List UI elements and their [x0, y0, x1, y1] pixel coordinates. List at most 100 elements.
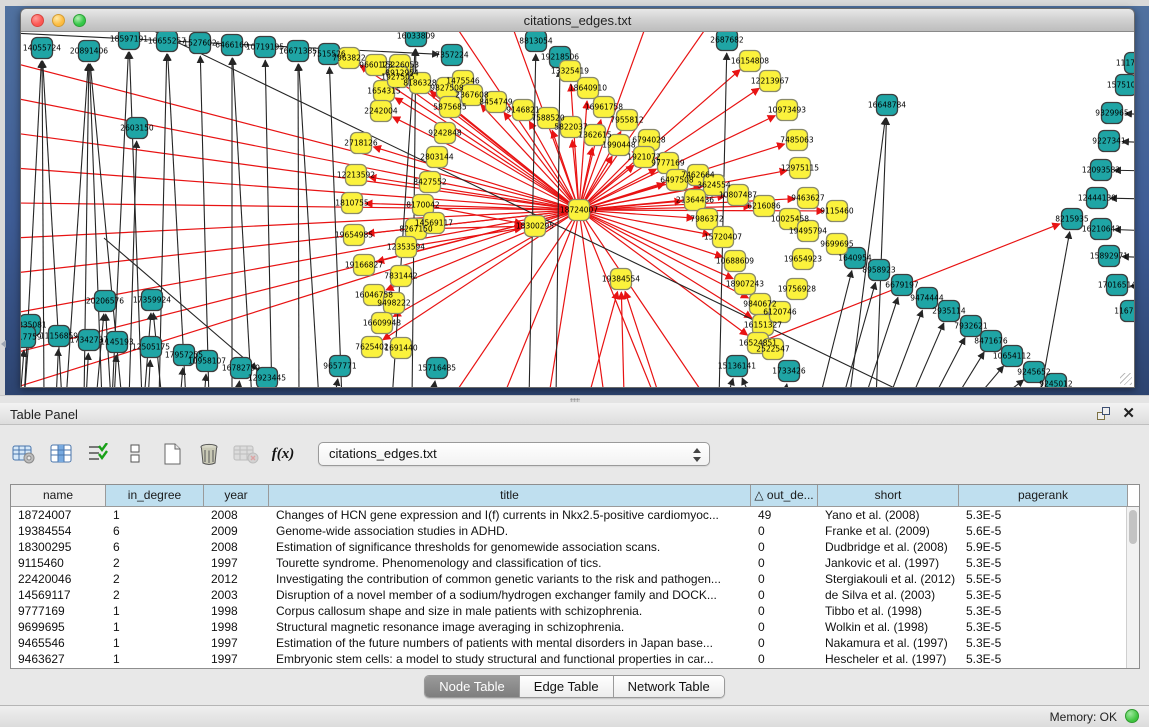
table-toolbar: f(x) citations_edges.txt	[10, 437, 710, 471]
table-cell: 2008	[204, 539, 269, 555]
scrollbar-thumb[interactable]	[1129, 510, 1137, 544]
table-cell: Embryonic stem cells: a model to study s…	[269, 651, 751, 667]
table-cell: Corpus callosum shape and size in male p…	[269, 603, 751, 619]
table-cell: 9777169	[11, 603, 106, 619]
node-table: namein_degreeyeartitle△ out_de...shortpa…	[10, 484, 1140, 669]
table-cell: 1	[106, 603, 204, 619]
graph-node-label: 7357224	[435, 51, 469, 60]
table-panel-titlebar: Table Panel ✕	[0, 403, 1149, 425]
horizontal-splitter[interactable]	[0, 395, 1149, 403]
delete-rows-icon[interactable]	[195, 440, 223, 468]
memory-ok-indicator-icon	[1125, 709, 1139, 723]
graph-node-label: 10654112	[993, 352, 1031, 361]
graph-node-label: 9245012	[1039, 380, 1073, 388]
graph-node-label: 9463627	[791, 194, 825, 203]
table-row[interactable]: 977716911998Corpus callosum shape and si…	[11, 603, 1126, 619]
graph-node-label: 9242848	[428, 129, 462, 138]
table-cell: 0	[751, 651, 818, 667]
function-builder-icon[interactable]: f(x)	[269, 440, 297, 468]
column-header-in_degree[interactable]: in_degree	[106, 485, 204, 506]
new-document-icon[interactable]	[158, 440, 186, 468]
table-row[interactable]: 1938455462009Genome-wide association stu…	[11, 523, 1126, 539]
table-cell: Nakamura et al. (1997)	[818, 635, 959, 651]
table-cell: 6	[106, 539, 204, 555]
show-columns-icon[interactable]	[47, 440, 75, 468]
table-selector-dropdown[interactable]: citations_edges.txt	[318, 442, 710, 466]
table-cell: Changes of HCN gene expression and I(f) …	[269, 507, 751, 523]
graph-node-label: 15136141	[718, 362, 756, 371]
column-header-short[interactable]: short	[818, 485, 959, 506]
table-cell: Hescheler et al. (1997)	[818, 651, 959, 667]
table-cell: 0	[751, 571, 818, 587]
status-bar: Memory: OK	[0, 705, 1149, 727]
select-rows-icon[interactable]	[84, 440, 112, 468]
table-cell: 5.3E-5	[959, 587, 1128, 603]
close-panel-icon[interactable]: ✕	[1122, 405, 1135, 423]
table-cell: 1	[106, 635, 204, 651]
graph-node-label: 2603150	[120, 124, 154, 133]
graph-edge	[237, 381, 239, 387]
graph-node-label: 19384554	[602, 275, 640, 284]
graph-node-label: 16648784	[868, 101, 906, 110]
graph-edge	[298, 64, 299, 387]
column-header-out_de[interactable]: △ out_de...	[751, 485, 818, 506]
table-row[interactable]: 946554611997Estimation of the future num…	[11, 635, 1126, 651]
network-canvas[interactable]: 1872400714055724208914061859719110655257…	[21, 32, 1134, 387]
table-cell: 2012	[204, 571, 269, 587]
table-body: 1872400712008Changes of HCN gene express…	[11, 507, 1126, 668]
table-settings-icon[interactable]	[10, 440, 38, 468]
graph-node-label: 17016514	[1098, 281, 1134, 290]
table-row[interactable]: 2242004622012Investigating the contribut…	[11, 571, 1126, 587]
table-cell: 2	[106, 587, 204, 603]
table-cell: Yano et al. (2008)	[818, 507, 959, 523]
column-header-title[interactable]: title	[269, 485, 751, 506]
graph-node-label: 19218506	[541, 53, 579, 62]
table-cell: 9463627	[11, 651, 106, 667]
graph-node-label: 9245652	[1017, 368, 1051, 377]
table-row[interactable]: 1830029562008Estimation of significance …	[11, 539, 1126, 555]
tab-edge-table[interactable]: Edge Table	[520, 676, 614, 697]
graph-edge	[625, 291, 659, 387]
table-row[interactable]: 1456911722003Disruption of a novel membe…	[11, 587, 1126, 603]
tab-node-table[interactable]: Node Table	[425, 676, 520, 697]
table-cell: de Silva et al. (2003)	[818, 587, 959, 603]
graph-node-label: 21364436	[676, 196, 714, 205]
panel-collapse-arrow[interactable]	[1, 340, 6, 348]
column-header-pagerank[interactable]: pagerank	[959, 485, 1128, 506]
graph-node-label: 10973493	[768, 106, 806, 115]
table-cell: 1	[106, 651, 204, 667]
delete-table-icon[interactable]	[232, 440, 260, 468]
column-header-year[interactable]: year	[204, 485, 269, 506]
graph-node-label: 9474444	[910, 294, 944, 303]
table-row[interactable]: 911546021997Tourette syndrome. Phenomeno…	[11, 555, 1126, 571]
splitter-handle-icon[interactable]	[570, 398, 580, 402]
table-cell: 0	[751, 539, 818, 555]
table-cell: 5.3E-5	[959, 651, 1128, 667]
network-view-background: citations_edges.txt 18724007140557242089…	[5, 6, 1149, 395]
table-row[interactable]: 1872400712008Changes of HCN gene express…	[11, 507, 1126, 523]
graph-node-label: 6794028	[632, 136, 666, 145]
float-panel-icon[interactable]	[1097, 407, 1111, 421]
network-window-titlebar[interactable]: citations_edges.txt	[21, 9, 1134, 32]
column-header-name[interactable]: name	[11, 485, 106, 506]
resize-grip-icon[interactable]	[1120, 373, 1132, 385]
table-cell: 19384554	[11, 523, 106, 539]
graph-edge	[204, 374, 206, 387]
row-height-icon[interactable]	[121, 440, 149, 468]
graph-node-label: 2803144	[420, 153, 454, 162]
table-row[interactable]: 969969511998Structural magnetic resonanc…	[11, 619, 1126, 635]
table-cell: Wolkin et al. (1998)	[818, 619, 959, 635]
vertical-scrollbar[interactable]	[1126, 507, 1139, 668]
graph-node-label: 14055724	[23, 44, 61, 53]
table-cell: 9115460	[11, 555, 106, 571]
graph-edge	[932, 338, 965, 387]
graph-node-label: 7588520	[531, 114, 565, 123]
table-cell: 5.3E-5	[959, 635, 1128, 651]
table-row[interactable]: 946362711997Embryonic stem cells: a mode…	[11, 651, 1126, 667]
graph-node-label: 6216086	[747, 202, 781, 211]
graph-edge	[299, 64, 319, 387]
table-cell: 18300295	[11, 539, 106, 555]
table-cell: Stergiakouli et al. (2012)	[818, 571, 959, 587]
graph-edge	[726, 378, 733, 387]
tab-network-table[interactable]: Network Table	[614, 676, 724, 697]
